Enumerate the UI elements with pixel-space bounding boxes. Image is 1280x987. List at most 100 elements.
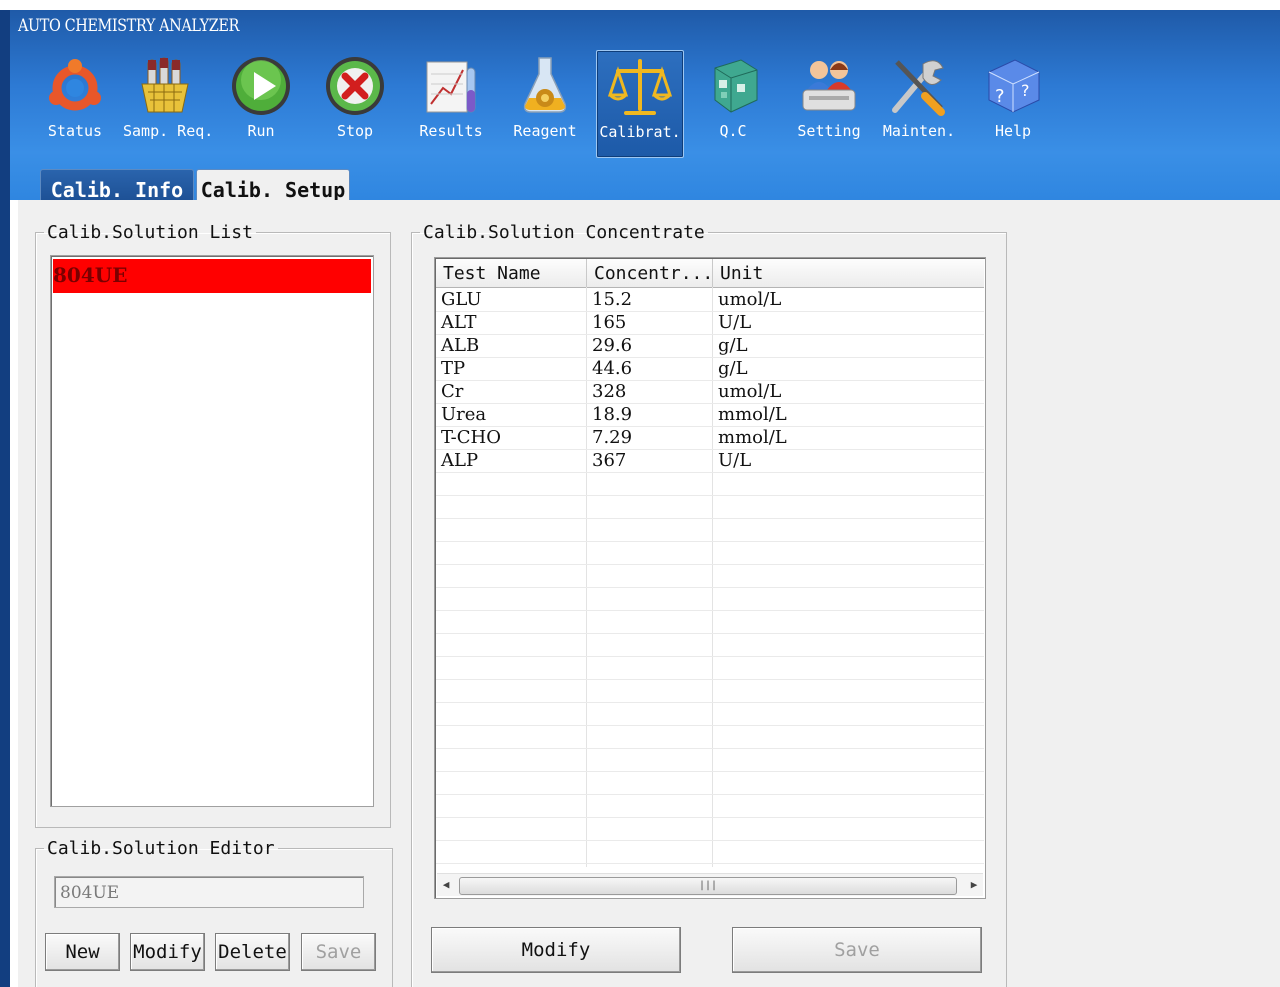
new-button[interactable]: New [45, 933, 120, 971]
table-row[interactable]: Urea 18.9 mmol/L [436, 403, 984, 427]
scroll-thumb[interactable]: ||| [459, 877, 957, 895]
concentrate-table[interactable]: Test Name Concentr... Unit GLU 15.2 umol/L… [434, 257, 986, 899]
tools-icon [892, 60, 945, 116]
toolbar-label: Stop [336, 122, 374, 140]
cell-concentration: 165 [592, 312, 627, 333]
users-setting-icon [802, 61, 856, 111]
cell-concentration: 328 [592, 381, 627, 402]
scroll-left-icon[interactable]: ◀ [437, 874, 455, 896]
app-title: AUTO CHEMISTRY ANALYZER [18, 16, 239, 36]
cell-unit: U/L [718, 312, 752, 333]
table-row[interactable] [436, 679, 984, 703]
table-row[interactable] [436, 472, 984, 496]
cell-test-name: ALB [441, 335, 480, 356]
toolbar-calibration-button[interactable]: Calibrat. [596, 50, 684, 158]
delete-button[interactable]: Delete [215, 933, 290, 971]
concentrate-title: Calib.Solution Concentrate [423, 222, 705, 243]
table-row[interactable] [436, 564, 984, 588]
svg-text:?: ? [1021, 81, 1030, 100]
table-row[interactable] [436, 817, 984, 841]
toolbar-label: Help [994, 122, 1032, 140]
toolbar-results-button[interactable]: Results [408, 50, 494, 156]
cell-unit: umol/L [718, 381, 782, 402]
cell-concentration: 367 [592, 450, 627, 471]
toolbar-maintenance-button[interactable]: Mainten. [876, 50, 962, 156]
table-row[interactable] [436, 656, 984, 680]
toolbar-label: Calibrat. [599, 123, 681, 141]
table-row[interactable]: GLU 15.2 umol/L [436, 288, 984, 312]
results-chart-icon [426, 61, 476, 113]
column-header-test-name[interactable]: Test Name [436, 259, 587, 287]
toolbar-label: Run [247, 122, 275, 140]
cell-concentration: 18.9 [592, 404, 633, 425]
table-row[interactable] [436, 748, 984, 772]
cell-test-name: ALP [441, 450, 479, 471]
solution-list-title: Calib.Solution List [47, 222, 253, 243]
table-row[interactable] [436, 541, 984, 565]
toolbar-label: Mainten. [882, 122, 956, 140]
concentrate-modify-button[interactable]: Modify [431, 927, 681, 973]
toolbar-label: Status [47, 122, 103, 140]
toolbar-setting-button[interactable]: Setting [786, 50, 872, 156]
reagent-flask-icon [523, 57, 567, 113]
cell-concentration: 7.29 [592, 427, 633, 448]
table-row[interactable] [436, 840, 984, 864]
concentrate-save-button[interactable]: Save [732, 927, 982, 973]
toolbar-run-button[interactable]: Run [218, 50, 304, 156]
toolbar: AUTO CHEMISTRY ANALYZER Status Samp. Req… [10, 10, 1280, 212]
scroll-right-icon[interactable]: ▶ [965, 874, 983, 896]
list-item[interactable]: 804UE [53, 259, 371, 293]
editor-save-button[interactable]: Save [301, 933, 376, 971]
toolbar-label: Results [419, 122, 483, 140]
window-frame [0, 10, 10, 987]
cell-unit: mmol/L [718, 404, 787, 425]
solution-listbox[interactable]: 804UE [50, 255, 374, 807]
toolbar-qc-button[interactable]: Q.C [690, 50, 776, 156]
table-header: Test Name Concentr... Unit [436, 259, 984, 288]
table-row[interactable] [436, 495, 984, 519]
toolbar-reagent-button[interactable]: Reagent [502, 50, 588, 156]
table-row[interactable] [436, 587, 984, 611]
table-row[interactable]: ALT 165 U/L [436, 311, 984, 335]
toolbar-label: Reagent [513, 122, 577, 140]
cell-concentration: 29.6 [592, 335, 633, 356]
cell-concentration: 15.2 [592, 289, 633, 310]
play-icon [232, 57, 290, 115]
toolbar-label: Setting [797, 122, 861, 140]
cell-unit: g/L [718, 358, 748, 379]
table-row[interactable] [436, 610, 984, 634]
toolbar-sample-request-button[interactable]: Samp. Req. [123, 50, 213, 156]
cell-test-name: GLU [441, 289, 482, 310]
cell-unit: U/L [718, 450, 752, 471]
column-header-unit[interactable]: Unit [713, 259, 984, 287]
cell-test-name: TP [441, 358, 466, 379]
table-row[interactable]: T-CHO 7.29 mmol/L [436, 426, 984, 450]
svg-text:?: ? [995, 86, 1005, 107]
horizontal-scrollbar[interactable]: ◀ ||| ▶ [437, 873, 983, 896]
table-row[interactable] [436, 771, 984, 795]
toolbar-help-button[interactable]: ? ? Help [970, 50, 1056, 156]
table-row[interactable]: ALB 29.6 g/L [436, 334, 984, 358]
right-empty-area [1006, 200, 1280, 987]
solution-name-field[interactable]: 804UE [54, 876, 364, 908]
table-row[interactable] [436, 725, 984, 749]
toolbar-stop-button[interactable]: Stop [312, 50, 398, 156]
table-row[interactable]: ALP 367 U/L [436, 449, 984, 473]
test-tubes-icon [141, 57, 189, 113]
toolbar-status-button[interactable]: Status [32, 50, 118, 156]
table-row[interactable]: Cr 328 umol/L [436, 380, 984, 404]
table-row[interactable] [436, 518, 984, 542]
cell-unit: mmol/L [718, 427, 787, 448]
cell-test-name: T-CHO [441, 427, 501, 448]
solution-editor-title: Calib.Solution Editor [47, 838, 275, 859]
table-row[interactable]: TP 44.6 g/L [436, 357, 984, 381]
editor-modify-button[interactable]: Modify [130, 933, 205, 971]
cell-unit: umol/L [718, 289, 782, 310]
table-row[interactable] [436, 702, 984, 726]
table-row[interactable] [436, 633, 984, 657]
help-cube-icon: ? ? [988, 59, 1040, 113]
toolbar-label: Q.C [719, 122, 747, 140]
cell-test-name: Cr [441, 381, 464, 402]
column-header-concentration[interactable]: Concentr... [587, 259, 713, 287]
table-row[interactable] [436, 794, 984, 818]
